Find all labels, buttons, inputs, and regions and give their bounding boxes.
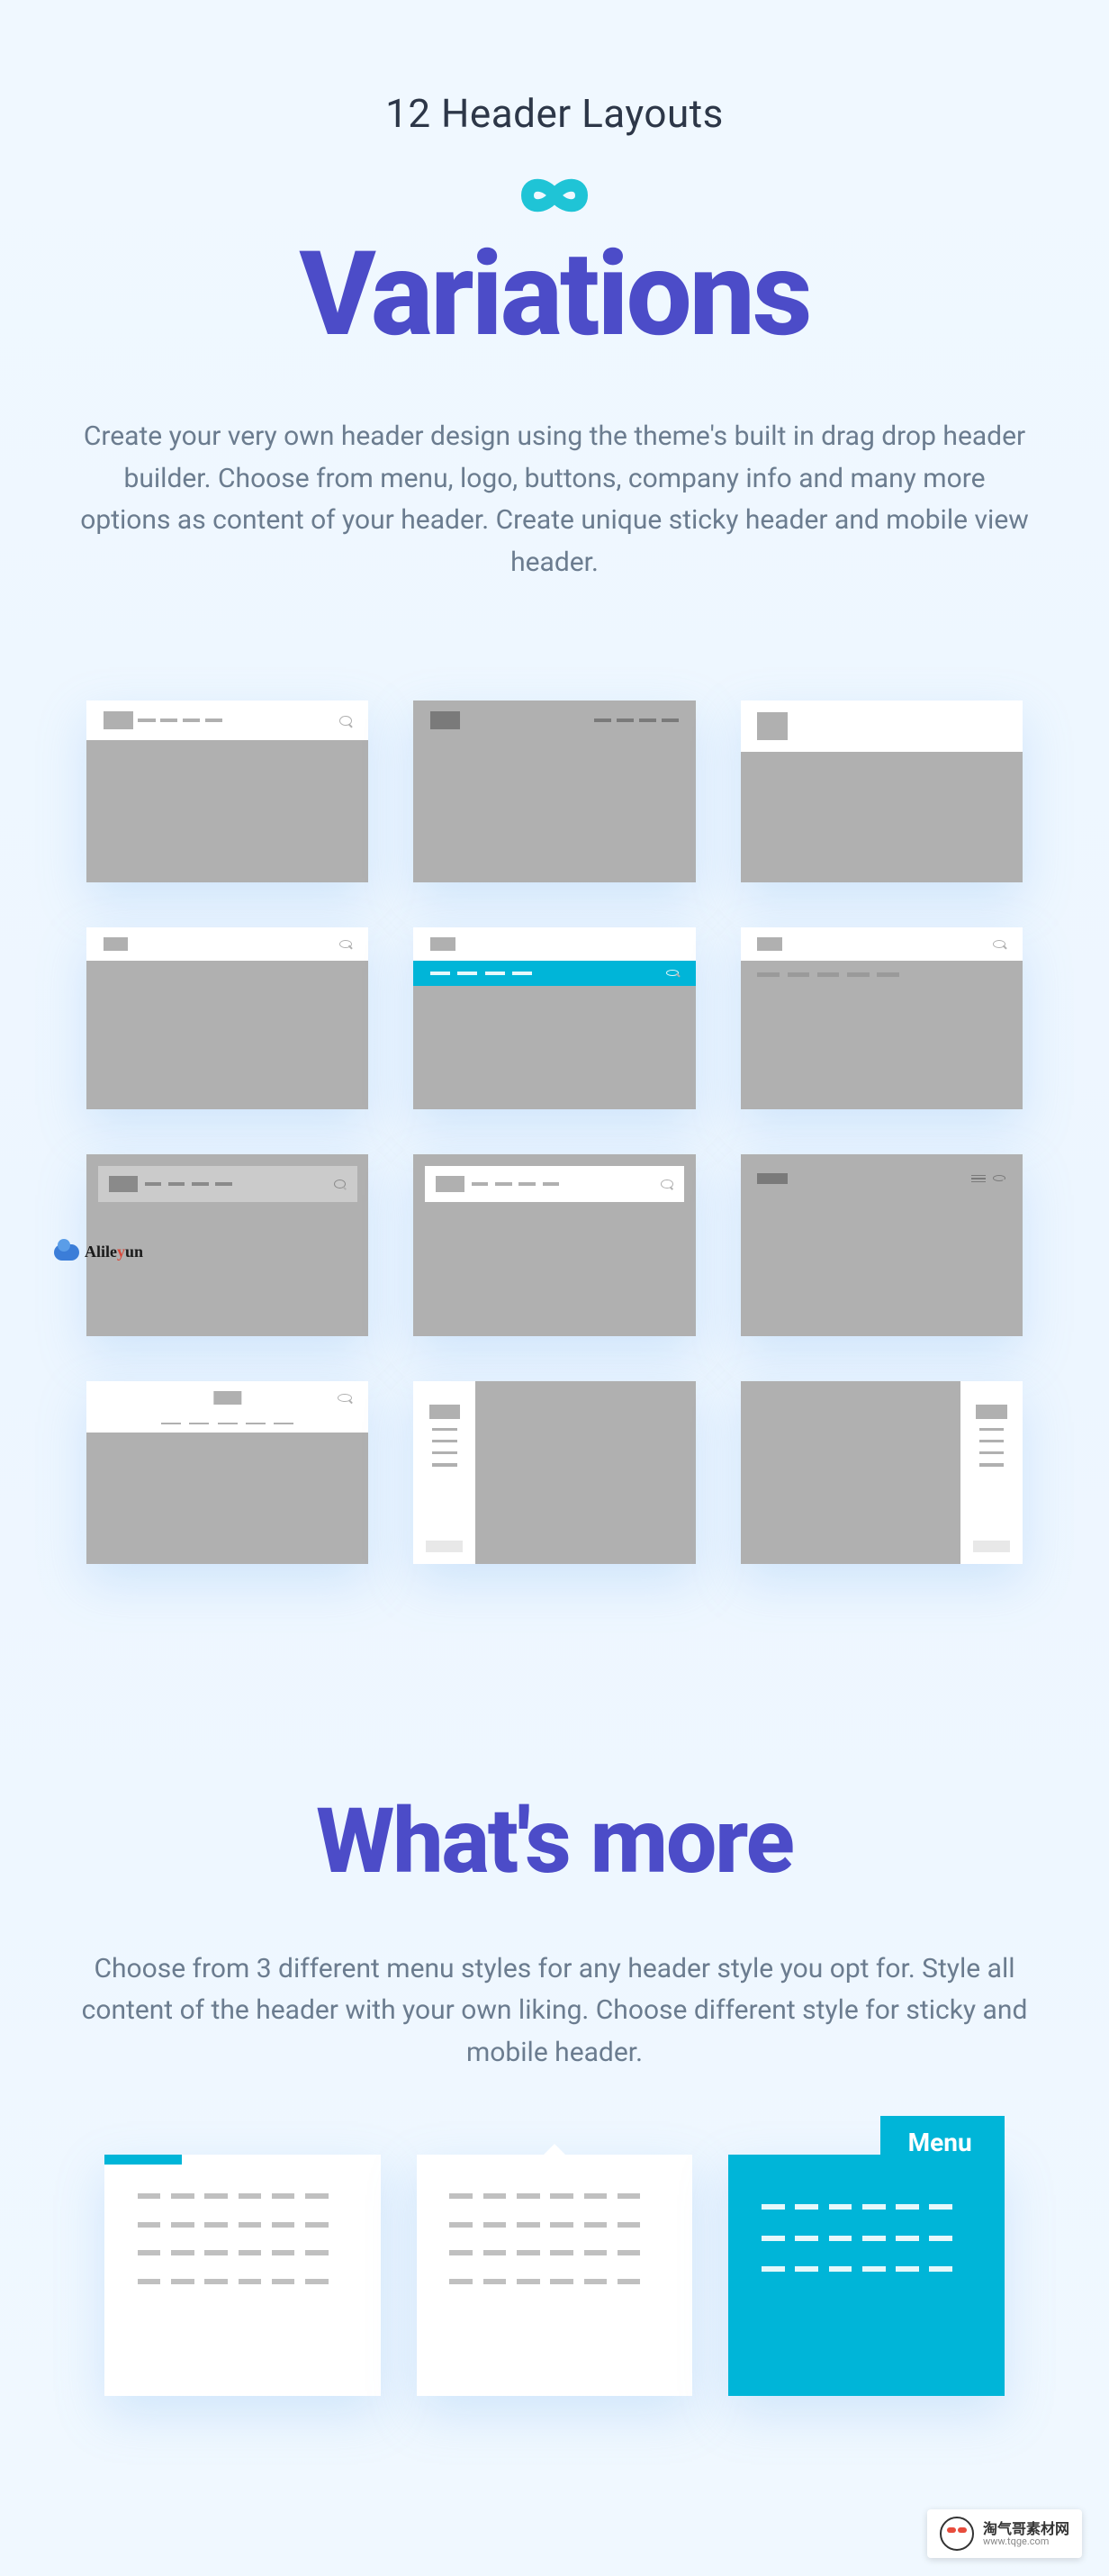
- layout-thumb-9: [741, 1154, 1023, 1336]
- layout-thumb-8: [413, 1154, 695, 1336]
- layout-thumb-1: [86, 700, 368, 882]
- layout-thumb-6: [741, 927, 1023, 1109]
- watermark-bottom-brand: 淘气哥素材网: [983, 2521, 1069, 2537]
- layout-thumb-4: [86, 927, 368, 1109]
- section2-description: Choose from 3 different menu styles for …: [77, 1948, 1032, 2074]
- layout-thumb-12: [741, 1381, 1023, 1563]
- cloud-icon: [54, 1244, 79, 1261]
- layout-thumb-11: [413, 1381, 695, 1563]
- menu-styles-grid: Menu: [59, 2155, 1050, 2396]
- menu-style-1: [104, 2155, 381, 2396]
- infinity-icon: [59, 164, 1050, 227]
- layout-thumb-5: [413, 927, 695, 1109]
- menu-style-3: Menu: [728, 2155, 1005, 2396]
- watermark-tqge: 淘气哥素材网 www.tqge.com: [927, 2509, 1082, 2558]
- layout-thumb-2: [413, 700, 695, 882]
- layout-thumb-3: [741, 700, 1023, 882]
- watermark-alileyun: Alileyun: [54, 1243, 143, 1261]
- section-description: Create your very own header design using…: [77, 416, 1032, 583]
- menu-tab-label: Menu: [908, 2128, 972, 2157]
- header-layouts-grid: [59, 700, 1050, 1564]
- section2-title: What's more: [59, 1789, 1050, 1894]
- section-title: Variations: [59, 236, 1050, 353]
- mascot-icon: [940, 2517, 974, 2551]
- watermark-left-text: Alileyun: [85, 1243, 143, 1261]
- section-pretitle: 12 Header Layouts: [59, 90, 1050, 137]
- menu-style-2: [417, 2155, 693, 2396]
- layout-thumb-10: [86, 1381, 368, 1563]
- watermark-bottom-url: www.tqge.com: [983, 2536, 1069, 2547]
